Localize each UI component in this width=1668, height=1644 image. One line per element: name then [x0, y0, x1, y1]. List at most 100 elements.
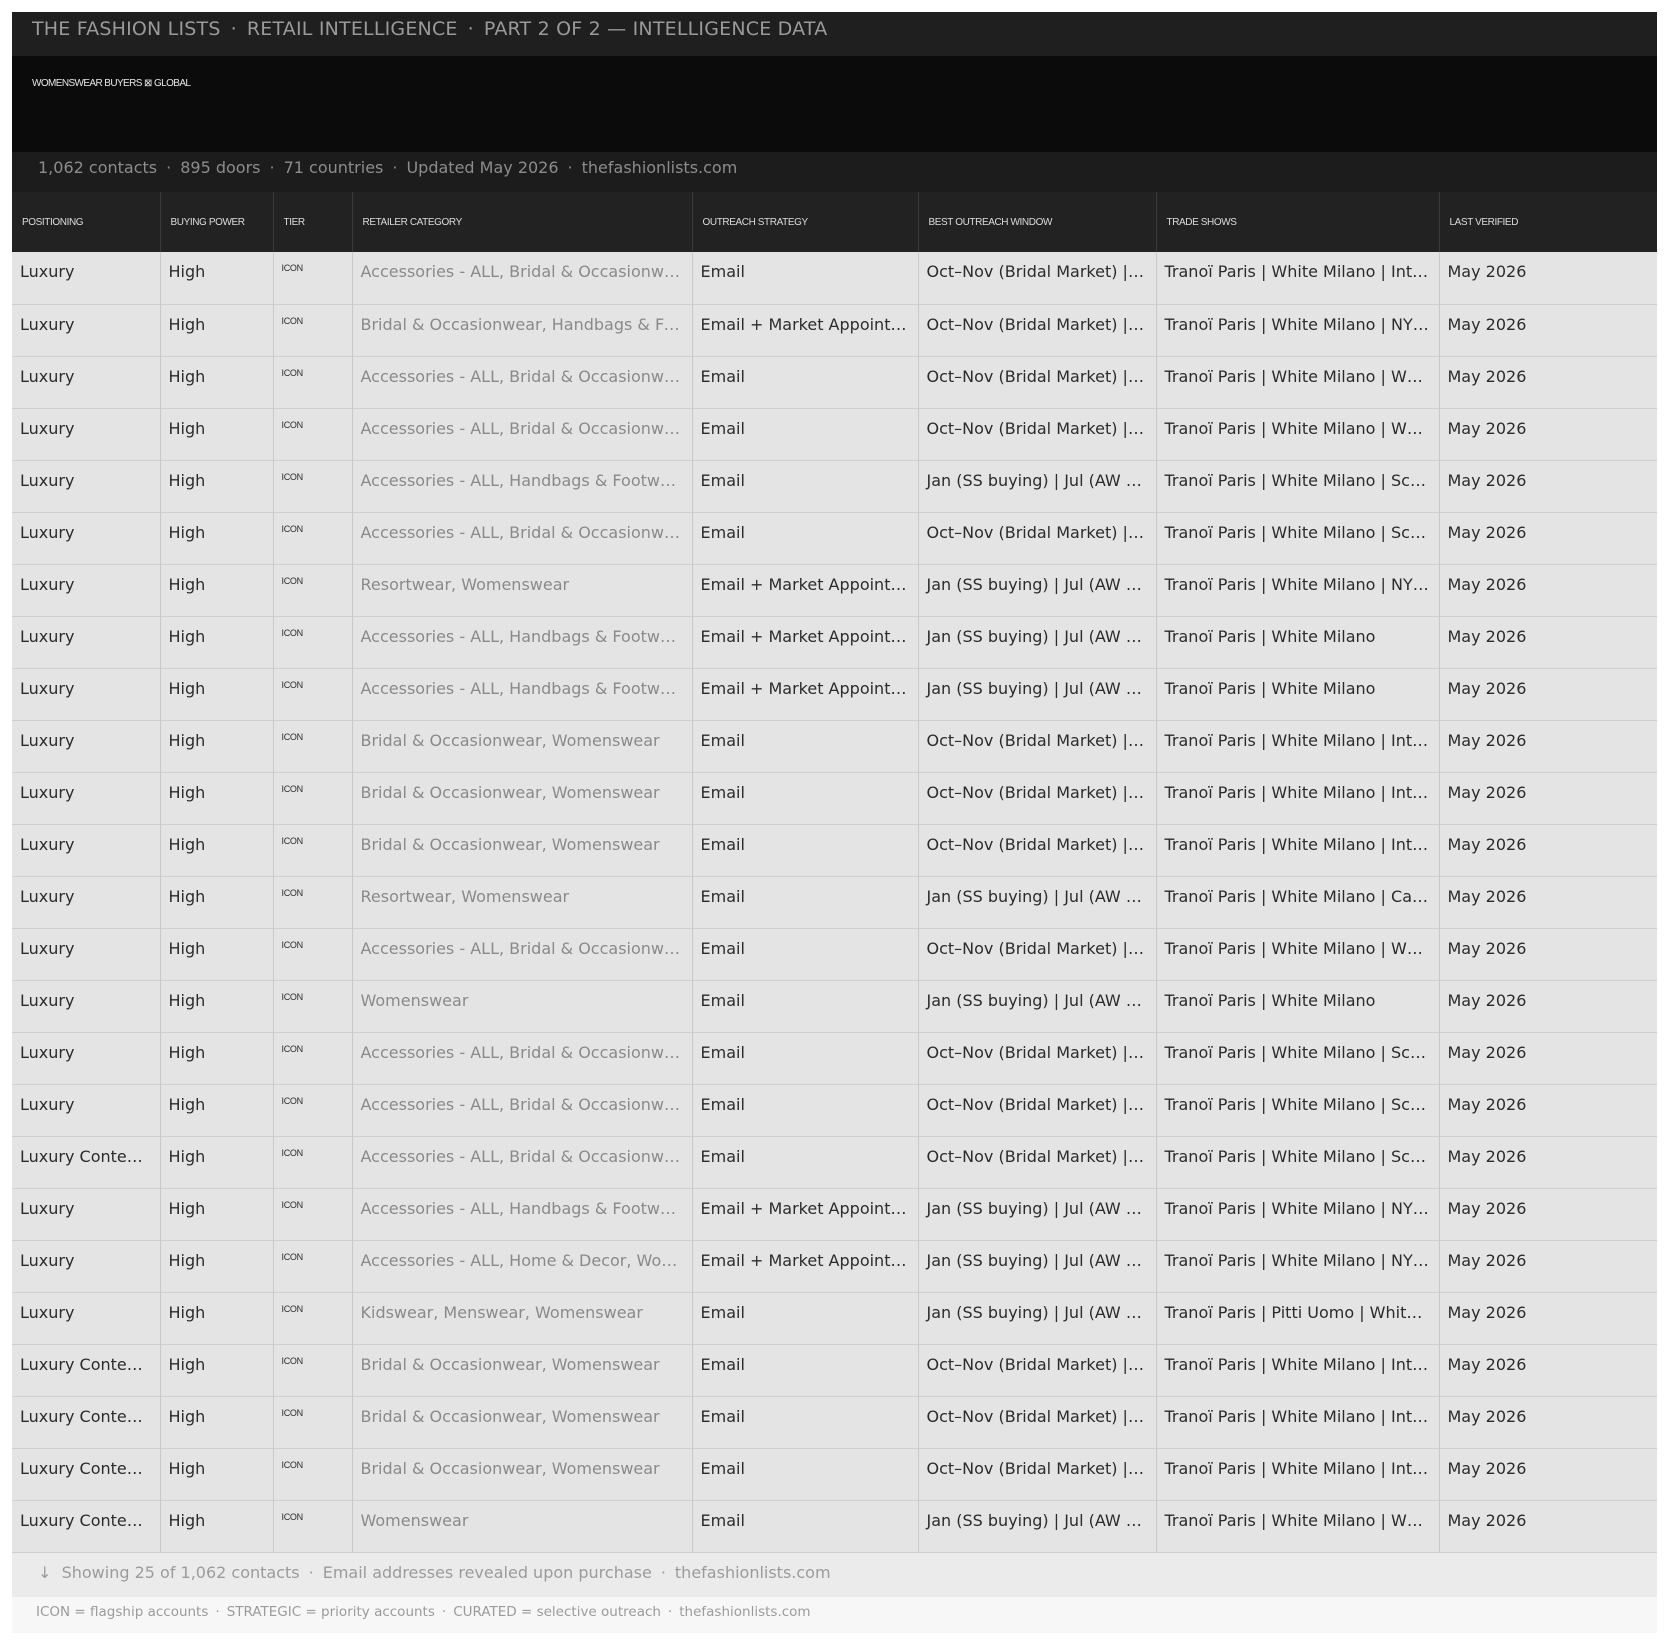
cell-last-verified: May 2026 — [1439, 564, 1657, 617]
cell-outreach-strategy: Email — [692, 512, 919, 565]
cell-outreach-strategy: Email — [692, 1136, 919, 1189]
cell-outreach-strategy: Email — [692, 772, 919, 825]
cell-retailer-category: Accessories - ALL, Bridal & Occasionwear… — [352, 1136, 693, 1189]
cell-positioning: Luxury — [12, 616, 161, 669]
table-row: Luxury High ICON Accessories - ALL, Bridal … — [12, 928, 1657, 981]
cell-retailer-category: Accessories - ALL, Bridal & Occasionwear… — [352, 928, 693, 981]
cell-trade-shows: Tranoï Paris | White Milano — [1156, 668, 1440, 721]
cell-retailer-category: Kidswear, Menswear, Womenswear — [352, 1292, 693, 1345]
cell-best-outreach-window: Oct–Nov (Bridal Market) | Apr–May (Brida… — [918, 356, 1157, 409]
contacts-table: Positioning Buying Power Tier Retailer Cate… — [12, 192, 1657, 1553]
cell-buying-power: High — [160, 824, 274, 877]
cell-tier: ICON — [273, 824, 353, 877]
cell-buying-power: High — [160, 564, 274, 617]
cell-last-verified: May 2026 — [1439, 304, 1657, 357]
column-header-outreach-strategy: Outreach Strategy — [692, 192, 919, 252]
cell-best-outreach-window: Jan (SS buying) | Jul (AW buying) — [918, 1500, 1157, 1553]
cell-tier: ICON — [273, 304, 353, 357]
table-row: Luxury High ICON Accessories - ALL, Handbag… — [12, 1188, 1657, 1241]
stat-countries: 71 countries — [283, 158, 384, 177]
legend-site: thefashionlists.com — [679, 1603, 811, 1620]
column-header-last-verified: Last Verified — [1439, 192, 1657, 252]
cell-retailer-category: Bridal & Occasionwear, Womenswear — [352, 720, 693, 773]
cell-positioning: Luxury — [12, 1188, 161, 1241]
cell-positioning: Luxury — [12, 460, 161, 513]
cell-best-outreach-window: Jan (SS buying) | Jul (AW buying) — [918, 616, 1157, 669]
table-row: Luxury High ICON Accessories - ALL, Bridal … — [12, 1084, 1657, 1137]
cell-tier: ICON — [273, 772, 353, 825]
cell-trade-shows: Tranoï Paris | White Milano | NY Market — [1156, 1240, 1440, 1293]
cell-outreach-strategy: Email — [692, 1448, 919, 1501]
cell-best-outreach-window: Oct–Nov (Bridal Market) | Apr–May (Brida… — [918, 408, 1157, 461]
cell-positioning: Luxury — [12, 1292, 161, 1345]
cell-outreach-strategy: Email — [692, 876, 919, 929]
table-row: Luxury High ICON Resortwear, Womenswear Emai… — [12, 564, 1657, 617]
cell-best-outreach-window: Jan (SS buying) | Jul (AW buying) — [918, 1292, 1157, 1345]
cell-best-outreach-window: Jan (SS buying) | Jul (AW buying) — [918, 460, 1157, 513]
cell-positioning: Luxury — [12, 408, 161, 461]
cell-tier: ICON — [273, 460, 353, 513]
cell-outreach-strategy: Email — [692, 460, 919, 513]
cell-best-outreach-window: Oct–Nov (Bridal Market) | Apr–May (Brida… — [918, 304, 1157, 357]
cell-outreach-strategy: Email — [692, 252, 919, 305]
cell-last-verified: May 2026 — [1439, 1084, 1657, 1137]
cell-outreach-strategy: Email — [692, 824, 919, 877]
cell-outreach-strategy: Email — [692, 1032, 919, 1085]
cell-retailer-category: Resortwear, Womenswear — [352, 564, 693, 617]
cell-retailer-category: Accessories - ALL, Bridal & Occasionwear… — [352, 1084, 693, 1137]
cell-retailer-category: Accessories - ALL, Bridal & Occasionwear… — [352, 512, 693, 565]
table-row: Luxury ContemporaryHighICONWomenswearEma… — [12, 1500, 1657, 1553]
email-note: Email addresses revealed upon purchase — [322, 1562, 652, 1582]
cell-tier: ICON — [273, 356, 353, 409]
cell-tier: ICON — [273, 1136, 353, 1189]
cell-trade-shows: Tranoï Paris | White Milano — [1156, 980, 1440, 1033]
table-row: Luxury High ICON Womenswear Email Jan (SS buy… — [12, 980, 1657, 1033]
separator: · — [230, 18, 237, 40]
table-body: Luxury High ICON Accessories - ALL, Bridal … — [12, 252, 1657, 1553]
cell-tier: ICON — [273, 512, 353, 565]
cell-tier: ICON — [273, 1500, 353, 1553]
separator: · — [441, 1603, 447, 1620]
cell-outreach-strategy: Email — [692, 928, 919, 981]
cell-last-verified: May 2026 — [1439, 876, 1657, 929]
cell-best-outreach-window: Jan (SS buying) | Jul (AW buying) — [918, 1188, 1157, 1241]
cell-last-verified: May 2026 — [1439, 1240, 1657, 1293]
cell-retailer-category: Accessories - ALL, Bridal & Occasionwear… — [352, 1032, 693, 1085]
table-row: Luxury High ICON Accessories - ALL, Bridal … — [12, 408, 1657, 461]
cell-last-verified: May 2026 — [1439, 824, 1657, 877]
cell-best-outreach-window: Oct–Nov (Bridal Market) | Apr–May (Brida… — [918, 252, 1157, 305]
cell-trade-shows: Tranoï Paris | White Milano | Scoop — [1156, 1032, 1440, 1085]
cell-trade-shows: Tranoï Paris | White Milano | Scoop — [1156, 460, 1440, 513]
table-row: Luxury High ICON Kidswear, Menswear, Womens… — [12, 1292, 1657, 1345]
cell-last-verified: May 2026 — [1439, 356, 1657, 409]
cell-tier: ICON — [273, 1188, 353, 1241]
cell-outreach-strategy: Email — [692, 1344, 919, 1397]
cell-trade-shows: Tranoï Paris | White Milano | Internatio… — [1156, 252, 1440, 305]
table-row: Luxury High ICON Accessories - ALL, Handbag… — [12, 668, 1657, 721]
cell-trade-shows: Tranoï Paris | White Milano | Internatio… — [1156, 1344, 1440, 1397]
cell-best-outreach-window: Oct–Nov (Bridal Market) | Apr–May (Brida… — [918, 1448, 1157, 1501]
cell-positioning: Luxury — [12, 824, 161, 877]
footer-site: thefashionlists.com — [674, 1562, 831, 1582]
separator: · — [667, 1603, 673, 1620]
cell-buying-power: High — [160, 772, 274, 825]
column-header-trade-shows: Trade Shows — [1156, 192, 1440, 252]
stat-contacts: 1,062 contacts — [38, 158, 158, 177]
cell-retailer-category: Accessories - ALL, Bridal & Occasionwear… — [352, 408, 693, 461]
cell-outreach-strategy: Email — [692, 980, 919, 1033]
column-header-positioning: Positioning — [12, 192, 161, 252]
cell-outreach-strategy: Email — [692, 1292, 919, 1345]
separator: · — [467, 18, 474, 40]
cell-trade-shows: Tranoï Paris | White Milano | Cabana — [1156, 876, 1440, 929]
cell-trade-shows: Tranoï Paris | White Milano | Who's Next — [1156, 928, 1440, 981]
cell-buying-power: High — [160, 616, 274, 669]
cell-retailer-category: Bridal & Occasionwear, Womenswear — [352, 824, 693, 877]
table-row: Luxury High ICON Accessories - ALL, Bridal … — [12, 1032, 1657, 1085]
legend-strategic-tier: STRATEGIC = priority accounts — [226, 1603, 435, 1620]
cell-outreach-strategy: Email — [692, 1500, 919, 1553]
cell-buying-power: High — [160, 980, 274, 1033]
preview-footer: ↓ Showing 25 of 1,062 contacts · Email add… — [12, 1552, 1657, 1597]
cell-tier: ICON — [273, 1084, 353, 1137]
cell-best-outreach-window: Oct–Nov (Bridal Market) | Apr–May (Brida… — [918, 772, 1157, 825]
cell-tier: ICON — [273, 1396, 353, 1449]
